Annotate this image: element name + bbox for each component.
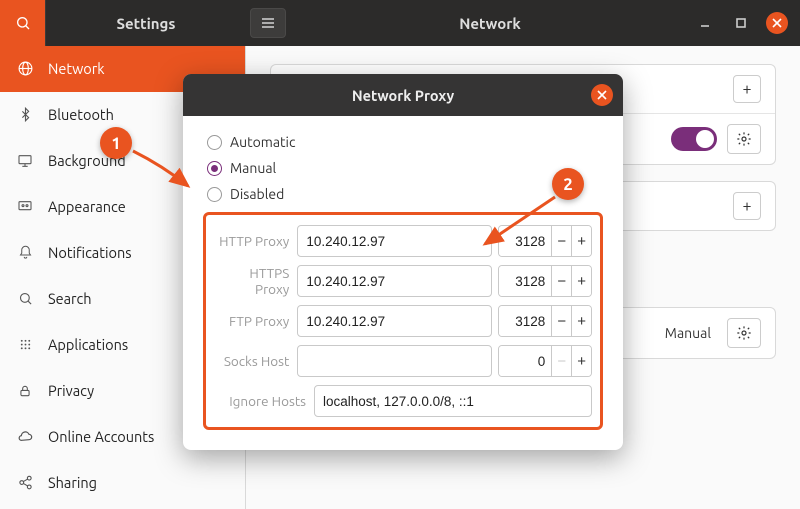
minimize-icon <box>699 17 711 29</box>
socks-host-label: Socks Host <box>214 353 291 369</box>
sidebar-item-label: Network <box>48 60 105 77</box>
https-proxy-host-input[interactable] <box>297 265 492 297</box>
maximize-icon <box>735 17 747 29</box>
radio-icon <box>207 135 222 150</box>
main-title: Network <box>286 15 694 32</box>
search-icon <box>15 15 31 31</box>
arrow-one <box>128 146 198 196</box>
ftp-port-increment-button[interactable]: + <box>571 306 591 336</box>
close-icon <box>597 90 607 100</box>
dialog-title: Network Proxy <box>352 87 454 104</box>
settings-title: Settings <box>46 15 246 32</box>
sidebar-item-label: Applications <box>48 336 128 353</box>
callout-one: 1 <box>100 127 132 159</box>
cloud-icon <box>16 429 34 445</box>
gear-icon <box>736 131 752 147</box>
search-button[interactable] <box>0 0 46 46</box>
https-port-decrement-button[interactable]: − <box>551 266 571 296</box>
window-controls <box>694 12 800 34</box>
plus-icon: + <box>742 197 751 215</box>
sidebar-item-label: Search <box>48 290 92 307</box>
sidebar-item-label: Notifications <box>48 244 132 261</box>
add-vpn-button[interactable]: + <box>733 192 761 220</box>
callout-two: 2 <box>552 168 584 200</box>
ftp-proxy-host-input[interactable] <box>297 305 492 337</box>
globe-icon <box>16 60 34 77</box>
ftp-proxy-label: FTP Proxy <box>214 313 291 329</box>
socks-port-decrement-button[interactable]: − <box>551 346 571 376</box>
sidebar-item-label: Privacy <box>48 382 94 399</box>
grid-icon <box>16 337 34 352</box>
http-port-increment-button[interactable]: + <box>571 226 591 256</box>
ftp-proxy-port-stepper: − + <box>498 305 592 337</box>
hamburger-button[interactable] <box>250 8 286 38</box>
sidebar-item-label: Online Accounts <box>48 428 154 445</box>
socks-port-increment-button[interactable]: + <box>571 346 591 376</box>
radio-icon <box>207 187 222 202</box>
sidebar-item-label: Appearance <box>48 198 126 215</box>
gear-icon <box>736 325 752 341</box>
bluetooth-icon <box>16 107 34 122</box>
radio-manual[interactable]: Manual <box>203 160 603 176</box>
ignore-hosts-label: Ignore Hosts <box>214 393 308 409</box>
proxy-value: Manual <box>665 325 717 341</box>
window-maximize-button[interactable] <box>730 12 752 34</box>
hamburger-icon <box>261 17 275 29</box>
http-proxy-label: HTTP Proxy <box>214 233 291 249</box>
share-icon <box>16 475 34 490</box>
socks-port-stepper: − + <box>498 345 592 377</box>
dialog-titlebar: Network Proxy <box>183 74 623 116</box>
sidebar-item-sharing[interactable]: Sharing <box>0 460 245 506</box>
http-proxy-host-input[interactable] <box>297 225 492 257</box>
ftp-port-decrement-button[interactable]: − <box>551 306 571 336</box>
radio-icon <box>207 161 222 176</box>
https-proxy-label: HTTPS Proxy <box>214 265 291 297</box>
https-proxy-port-stepper: − + <box>498 265 592 297</box>
window-close-button[interactable] <box>766 12 788 34</box>
https-port-increment-button[interactable]: + <box>571 266 591 296</box>
bell-icon <box>16 245 34 260</box>
dialog-close-button[interactable] <box>591 84 613 106</box>
window-titlebar: Settings Network <box>0 0 800 46</box>
window-minimize-button[interactable] <box>694 12 716 34</box>
sidebar-item-label: Bluetooth <box>48 106 114 123</box>
socks-host-input[interactable] <box>297 345 492 377</box>
ignore-hosts-input[interactable] <box>314 385 592 417</box>
proxy-settings-button[interactable] <box>727 318 761 348</box>
https-proxy-port-input[interactable] <box>499 266 551 296</box>
wired-toggle[interactable] <box>671 127 717 151</box>
add-wired-button[interactable]: + <box>733 75 761 103</box>
wired-settings-button[interactable] <box>727 124 761 154</box>
appearance-icon <box>16 199 34 215</box>
socks-port-input[interactable] <box>499 346 551 376</box>
network-proxy-dialog: Network Proxy Automatic Manual Disabled … <box>183 74 623 450</box>
arrow-two <box>475 192 560 252</box>
close-icon <box>772 18 782 28</box>
search-icon <box>16 291 34 306</box>
radio-automatic[interactable]: Automatic <box>203 134 603 150</box>
lock-icon <box>16 384 34 398</box>
plus-icon: + <box>742 80 751 98</box>
sidebar-item-label: Sharing <box>48 474 97 491</box>
desktop-icon <box>16 153 34 169</box>
ftp-proxy-port-input[interactable] <box>499 306 551 336</box>
